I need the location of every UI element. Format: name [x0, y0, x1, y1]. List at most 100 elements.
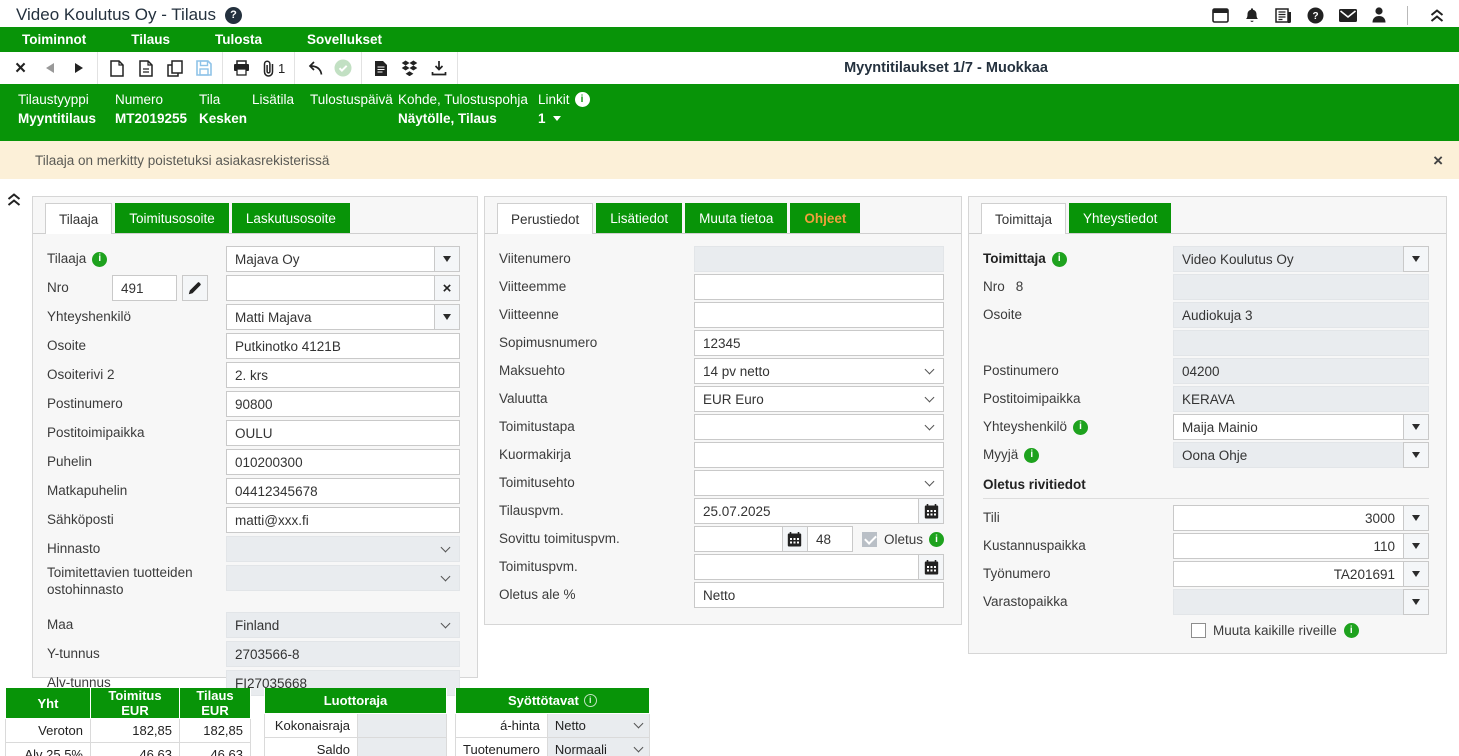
tab-muuta-tietoa[interactable]: Muuta tietoa [685, 203, 787, 233]
sahkoposti-input[interactable] [226, 507, 460, 533]
collapse-header-icon[interactable] [1429, 8, 1445, 23]
valuutta-select[interactable]: EUR Euro [694, 386, 944, 412]
download-button[interactable] [425, 52, 452, 84]
yhteyshenkilo-dropdown-button[interactable] [1403, 414, 1429, 440]
customer-search-input[interactable] [226, 275, 435, 301]
notifications-bell-icon[interactable] [1244, 7, 1260, 24]
info-icon[interactable] [92, 252, 107, 267]
toimitusehto-select[interactable] [694, 470, 944, 496]
title-help-icon[interactable] [225, 7, 242, 24]
menu-sovellukset[interactable]: Sovellukset [293, 32, 396, 47]
news-icon[interactable] [1275, 8, 1292, 23]
sovittu-toimituspvm-input[interactable] [694, 526, 783, 552]
kustannuspaikka-input[interactable] [1173, 533, 1404, 559]
tuotenumero-select[interactable]: Normaali [547, 737, 649, 756]
page-title: Video Koulutus Oy - Tilaus [16, 5, 216, 25]
tilauspvm-input[interactable] [694, 498, 919, 524]
new-document-button[interactable] [103, 52, 130, 84]
tab-toimitusosoite[interactable]: Toimitusosoite [115, 203, 229, 233]
menu-toiminnot[interactable]: Toiminnot [8, 32, 100, 47]
chevron-down-icon [633, 742, 643, 752]
viitteenne-input[interactable] [694, 302, 944, 328]
tilaaja-input[interactable] [226, 246, 435, 272]
next-record-button[interactable] [65, 52, 92, 84]
tab-perustiedot[interactable]: Perustiedot [497, 203, 593, 234]
tilauspvm-calendar-button[interactable] [918, 498, 944, 524]
info-icon[interactable] [1344, 623, 1359, 638]
linkit-info-icon[interactable] [575, 92, 590, 107]
tyonumero-dropdown-button[interactable] [1403, 561, 1429, 587]
puhelin-input[interactable] [226, 449, 460, 475]
tab-lisatiedot[interactable]: Lisätiedot [596, 203, 682, 233]
tab-toimittaja[interactable]: Toimittaja [981, 203, 1066, 234]
tab-laskutusosoite[interactable]: Laskutusosoite [232, 203, 350, 233]
kuormakirja-input[interactable] [694, 442, 944, 468]
kustannuspaikka-dropdown-button[interactable] [1403, 533, 1429, 559]
toimittaja-dropdown-button[interactable] [1403, 246, 1429, 272]
tab-ohjeet[interactable]: Ohjeet [790, 203, 860, 233]
customer-panel: Tilaaja Toimitusosoite Laskutusosoite Ti… [32, 196, 478, 678]
tili-input[interactable] [1173, 505, 1404, 531]
clear-customer-button[interactable] [434, 275, 460, 301]
user-icon[interactable] [1372, 7, 1386, 23]
info-icon[interactable] [1073, 420, 1088, 435]
copy-button[interactable] [161, 52, 188, 84]
tyonumero-input[interactable] [1173, 561, 1404, 587]
myyja-dropdown-button[interactable] [1403, 442, 1429, 468]
sovittu-calendar-button[interactable] [782, 526, 808, 552]
tilaaja-dropdown-button[interactable] [434, 246, 460, 272]
info-icon[interactable] [929, 532, 944, 547]
toimittaja-yhteyshenkilo-input[interactable] [1173, 414, 1404, 440]
tili-dropdown-button[interactable] [1403, 505, 1429, 531]
muuta-kaikille-checkbox[interactable] [1191, 623, 1206, 638]
window-icon[interactable] [1212, 8, 1229, 23]
osoiterivi2-input[interactable] [226, 362, 460, 388]
toimitusaika-tunnit-input[interactable] [807, 526, 853, 552]
yhteyshenkilo-dropdown-button[interactable] [434, 304, 460, 330]
linkit-dropdown[interactable]: 1 [538, 111, 590, 126]
yhteyshenkilo-input[interactable] [226, 304, 435, 330]
mail-icon[interactable] [1339, 9, 1357, 22]
a-hinta-select[interactable]: Netto [547, 713, 649, 737]
close-button[interactable] [7, 52, 34, 84]
menu-tilaus[interactable]: Tilaus [117, 32, 184, 47]
info-icon[interactable] [584, 694, 597, 707]
info-icon[interactable] [1024, 448, 1039, 463]
varastopaikka-dropdown-button[interactable] [1403, 589, 1429, 615]
matkapuhelin-input[interactable] [226, 478, 460, 504]
menu-tulosta[interactable]: Tulosta [201, 32, 276, 47]
chevron-down-icon [1412, 571, 1420, 577]
toimitustapa-select[interactable] [694, 414, 944, 440]
share-button[interactable] [300, 52, 327, 84]
oletus-ale-input[interactable] [694, 582, 944, 608]
collapse-panels-button[interactable] [6, 192, 22, 210]
help-icon[interactable]: ? [1307, 7, 1324, 24]
postinumero-input[interactable] [226, 391, 460, 417]
viitteemme-input[interactable] [694, 274, 944, 300]
maa-select[interactable]: Finland [226, 612, 460, 638]
osoite-input[interactable] [226, 333, 460, 359]
previous-record-button[interactable] [36, 52, 63, 84]
toimituspvm-input[interactable] [694, 554, 919, 580]
alert-close-button[interactable] [1433, 152, 1443, 169]
attachments-button[interactable]: 1 [257, 52, 289, 84]
hinnasto-select[interactable] [226, 536, 460, 562]
open-document-button[interactable] [132, 52, 159, 84]
dropbox-button[interactable] [396, 52, 423, 84]
report-button[interactable] [367, 52, 394, 84]
approve-button[interactable] [329, 52, 356, 84]
postitoimipaikka-input[interactable] [226, 420, 460, 446]
nro-input[interactable] [112, 275, 177, 301]
tab-tilaaja[interactable]: Tilaaja [45, 203, 112, 234]
edit-customer-button[interactable] [182, 275, 208, 301]
toimituspvm-calendar-button[interactable] [918, 554, 944, 580]
maksuehto-select[interactable]: 14 pv netto [694, 358, 944, 384]
tab-yhteystiedot[interactable]: Yhteystiedot [1069, 203, 1171, 233]
field-tili: Tili [983, 505, 1429, 531]
print-button[interactable] [228, 52, 255, 84]
oletus-checkbox[interactable] [862, 532, 877, 547]
info-icon[interactable] [1052, 252, 1067, 267]
save-button[interactable] [190, 52, 217, 84]
sopimusnumero-input[interactable] [694, 330, 944, 356]
ostohinnasto-select[interactable] [226, 565, 460, 591]
